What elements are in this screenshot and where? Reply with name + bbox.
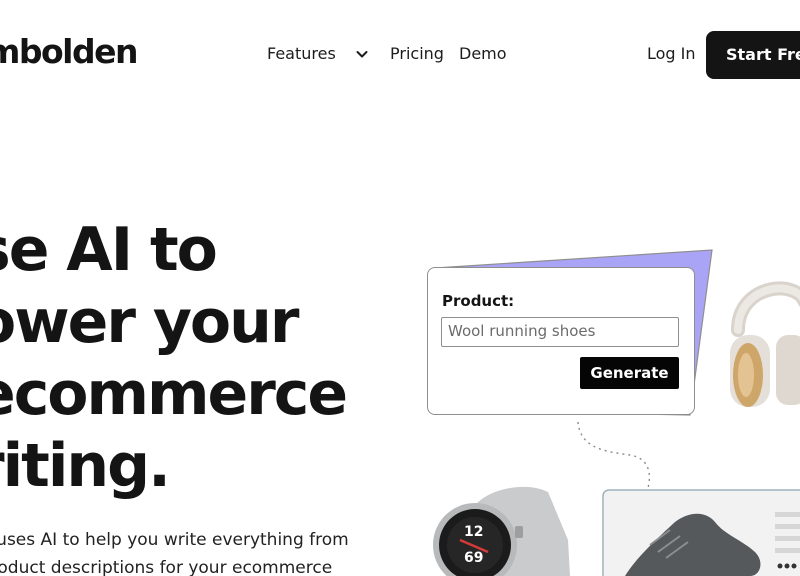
brand-logo[interactable]: mbolden: [0, 32, 139, 71]
generate-button[interactable]: Generate: [580, 357, 679, 389]
headline-line: riting.: [0, 431, 171, 501]
dotted-connector: [577, 421, 651, 489]
start-free-button[interactable]: Start Free: [706, 31, 800, 79]
hero-subtext: n uses AI to help you write everything f…: [0, 526, 360, 576]
headline-line: ower your: [0, 287, 299, 357]
login-link[interactable]: Log In: [647, 44, 696, 63]
product-input[interactable]: Wool running shoes: [441, 317, 679, 347]
product-label: Product:: [442, 292, 515, 310]
chevron-down-icon[interactable]: [354, 46, 370, 62]
sneaker-image: [602, 489, 800, 576]
hero-headline: se AI to ower your ecommerce riting.: [0, 214, 348, 502]
subtext-line: product descriptions for your ecommerce: [0, 558, 333, 576]
headline-line: se AI to: [0, 215, 218, 285]
svg-text:69: 69: [464, 550, 483, 566]
smartwatch-image: 12 69: [433, 486, 570, 576]
demo-generator-card: Product: Wool running shoes Generate: [427, 267, 695, 415]
nav-pricing[interactable]: Pricing: [390, 44, 444, 63]
headline-line: ecommerce: [0, 359, 348, 429]
svg-text:12: 12: [464, 524, 483, 540]
subtext-line: n uses AI to help you write everything f…: [0, 530, 349, 550]
nav-features[interactable]: Features: [267, 44, 336, 63]
headphones-image: [730, 281, 800, 407]
nav-demo[interactable]: Demo: [459, 44, 507, 63]
